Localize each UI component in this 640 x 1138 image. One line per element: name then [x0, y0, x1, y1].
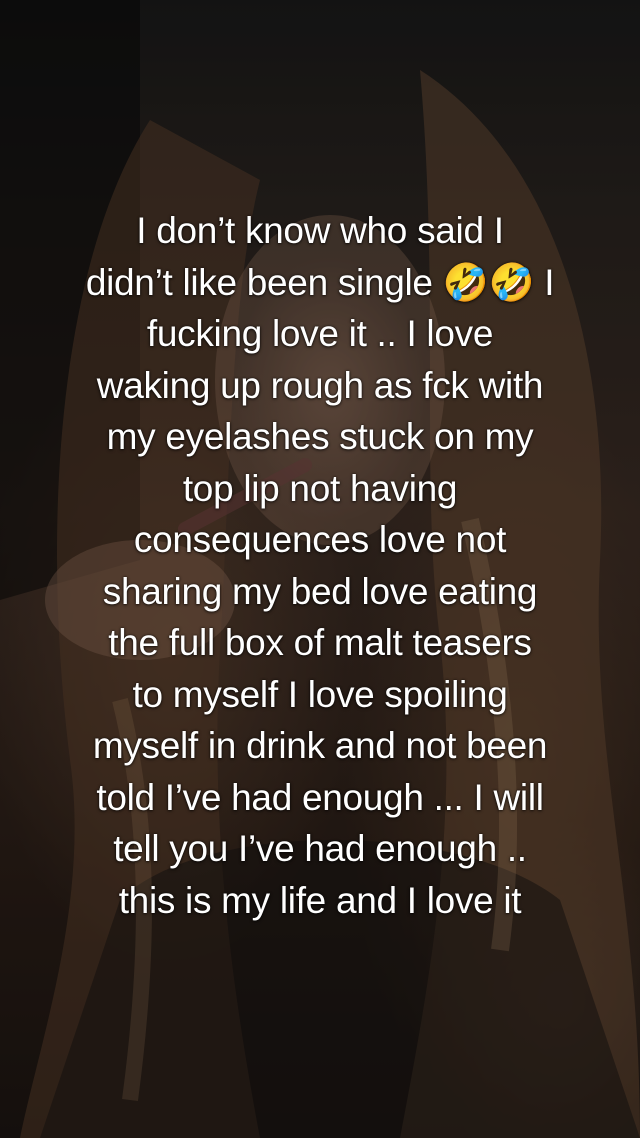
video-frame: I don’t know who said I didn’t like been… [0, 0, 640, 1138]
overlay-caption: I don’t know who said I didn’t like been… [85, 210, 555, 921]
